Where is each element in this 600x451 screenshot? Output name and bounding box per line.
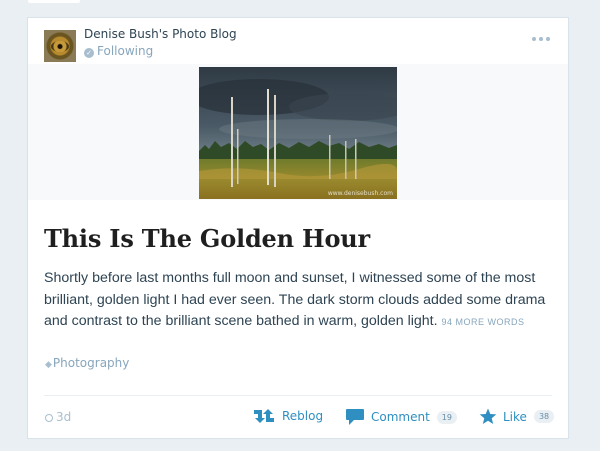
star-icon xyxy=(479,408,497,424)
post-card: Denise Bush's Photo Blog ✓ Following www… xyxy=(28,18,568,438)
reblog-button[interactable]: Reblog xyxy=(252,408,323,424)
more-words-link[interactable]: 94 MORE WORDS xyxy=(442,317,525,327)
comment-button[interactable]: Comment 19 xyxy=(345,408,457,426)
post-title[interactable]: This Is The Golden Hour xyxy=(44,224,370,253)
check-icon: ✓ xyxy=(84,48,94,58)
following-status[interactable]: ✓ Following xyxy=(84,44,153,58)
like-label: Like xyxy=(503,409,527,424)
post-tag[interactable]: ◆Photography xyxy=(45,356,129,370)
image-watermark: www.denisebush.com xyxy=(327,190,393,197)
tag-label: Photography xyxy=(52,356,130,370)
footer-divider xyxy=(44,395,552,396)
following-label: Following xyxy=(97,44,154,58)
post-footer: 3d Reblog Comment 19 Like 38 xyxy=(28,406,568,430)
featured-image[interactable]: www.denisebush.com xyxy=(199,67,397,199)
previous-card-edge xyxy=(28,0,80,3)
tag-icon: ◆ xyxy=(45,360,52,370)
more-icon[interactable] xyxy=(532,34,550,44)
reblog-label: Reblog xyxy=(282,409,324,423)
blog-name[interactable]: Denise Bush's Photo Blog xyxy=(84,27,237,41)
avatar-eye-image xyxy=(51,41,69,52)
comment-label: Comment xyxy=(371,410,430,424)
reblog-icon xyxy=(254,409,274,423)
post-time[interactable]: 3d xyxy=(45,410,71,424)
comment-icon xyxy=(346,409,364,425)
post-excerpt: Shortly before last months full moon and… xyxy=(44,268,552,334)
featured-image-band: www.denisebush.com xyxy=(28,64,568,200)
clock-icon xyxy=(45,414,53,422)
post-header: Denise Bush's Photo Blog ✓ Following xyxy=(28,18,568,64)
blog-avatar[interactable] xyxy=(44,30,76,62)
like-button[interactable]: Like 38 xyxy=(479,408,555,425)
like-count: 38 xyxy=(533,410,555,423)
time-label: 3d xyxy=(56,410,72,424)
comment-count: 19 xyxy=(436,410,457,424)
